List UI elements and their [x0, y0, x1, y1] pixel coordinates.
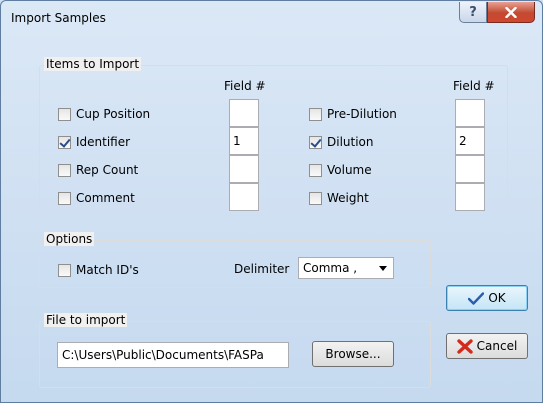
- items-to-import-title: Items to Import: [44, 57, 142, 71]
- checkbox-box[interactable]: [58, 163, 71, 177]
- window-title: Import Samples: [11, 11, 106, 25]
- field-header-right: Field #: [453, 79, 495, 93]
- x-icon: [456, 338, 473, 354]
- close-icon: [505, 6, 517, 18]
- title-bar[interactable]: Import Samples ?: [1, 1, 542, 35]
- comment-label: Comment: [76, 191, 135, 205]
- ok-button[interactable]: OK: [446, 285, 528, 311]
- rep-count-field[interactable]: [229, 155, 259, 183]
- checkbox-box[interactable]: [309, 191, 322, 205]
- help-button[interactable]: ?: [459, 2, 487, 23]
- delimiter-value: Comma ,: [303, 261, 358, 275]
- delimiter-select[interactable]: Comma ,: [298, 257, 394, 279]
- checkbox-box[interactable]: [58, 135, 71, 149]
- cup-position-field[interactable]: [229, 99, 259, 127]
- identifier-label: Identifier: [76, 135, 131, 149]
- comment-field[interactable]: [229, 183, 259, 211]
- ok-label: OK: [488, 291, 506, 305]
- checkbox-box[interactable]: [58, 263, 71, 277]
- cup-position-label: Cup Position: [76, 107, 151, 121]
- field-header-left: Field #: [224, 79, 266, 93]
- pre-dilution-field[interactable]: [455, 99, 485, 127]
- volume-checkbox[interactable]: Volume: [309, 162, 372, 178]
- dilution-label: Dilution: [327, 135, 374, 149]
- dilution-field[interactable]: 2: [455, 127, 485, 155]
- identifier-checkbox[interactable]: Identifier: [58, 134, 130, 150]
- cup-position-checkbox[interactable]: Cup Position: [58, 106, 150, 122]
- browse-button[interactable]: Browse...: [312, 341, 394, 367]
- options-title: Options: [44, 232, 95, 246]
- match-ids-label: Match ID's: [76, 263, 139, 277]
- rep-count-label: Rep Count: [76, 163, 139, 177]
- rep-count-checkbox[interactable]: Rep Count: [58, 162, 138, 178]
- file-path-input[interactable]: C:\Users\Public\Documents\FASPa: [57, 342, 289, 368]
- weight-field[interactable]: [455, 183, 485, 211]
- delimiter-label: Delimiter: [234, 262, 290, 276]
- checkbox-box[interactable]: [309, 135, 322, 149]
- checkbox-box[interactable]: [58, 107, 71, 121]
- weight-checkbox[interactable]: Weight: [309, 190, 369, 206]
- comment-checkbox[interactable]: Comment: [58, 190, 135, 206]
- chevron-down-icon: [379, 266, 387, 271]
- close-button[interactable]: [487, 2, 535, 23]
- volume-field[interactable]: [455, 155, 485, 183]
- file-to-import-title: File to import: [44, 313, 128, 327]
- identifier-field[interactable]: 1: [229, 127, 259, 155]
- pre-dilution-label: Pre-Dilution: [327, 107, 397, 121]
- checkbox-box[interactable]: [58, 191, 71, 205]
- pre-dilution-checkbox[interactable]: Pre-Dilution: [309, 106, 397, 122]
- help-icon: ?: [469, 4, 477, 20]
- check-icon: [468, 291, 485, 305]
- volume-label: Volume: [327, 163, 372, 177]
- cancel-button[interactable]: Cancel: [446, 333, 528, 359]
- match-ids-checkbox[interactable]: Match ID's: [58, 262, 139, 278]
- weight-label: Weight: [327, 191, 369, 205]
- dilution-checkbox[interactable]: Dilution: [309, 134, 374, 150]
- checkbox-box[interactable]: [309, 107, 322, 121]
- cancel-label: Cancel: [476, 339, 518, 353]
- checkbox-box[interactable]: [309, 163, 322, 177]
